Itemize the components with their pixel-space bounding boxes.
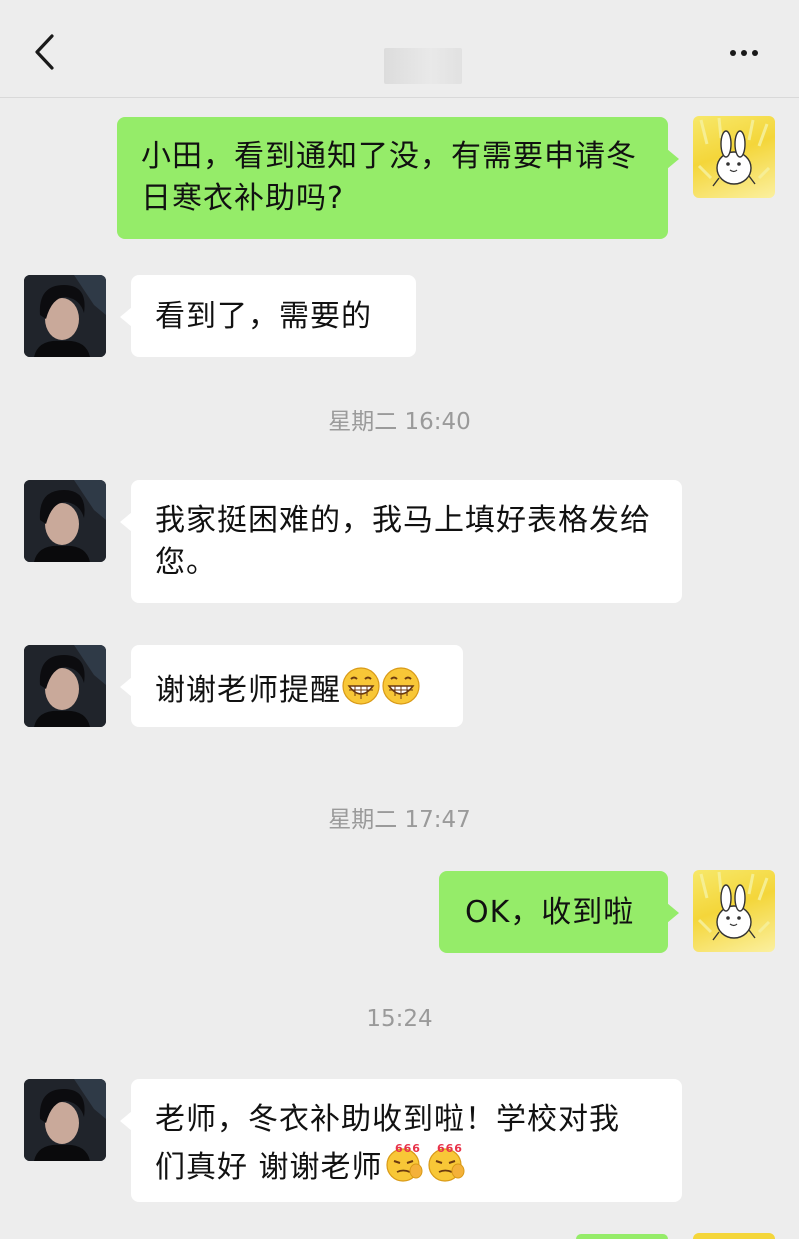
- grin-emoji: [342, 667, 380, 705]
- back-button[interactable]: [26, 30, 62, 74]
- svg-text:666: 666: [395, 1142, 421, 1155]
- message-text-line: 老师，冬衣补助收到啦！学校对我: [155, 1102, 620, 1137]
- message-text: 谢谢老师提醒: [155, 673, 341, 708]
- message-bubble-sent[interactable]: 小田，看到通知了没，有需要申请冬日寒衣补助吗?: [117, 117, 679, 239]
- message-text: OK，收到啦: [465, 895, 635, 930]
- 666-emoji: 666: [385, 1142, 423, 1182]
- bunny-avatar-icon: [697, 117, 771, 187]
- 666-emoji: 666: [427, 1142, 465, 1182]
- message-bubble-sent[interactable]: OK，收到啦: [439, 871, 679, 953]
- timestamp: 星期二 17:47: [328, 807, 471, 833]
- my-avatar-partial[interactable]: [693, 1233, 775, 1239]
- contact-photo-icon: [24, 1079, 106, 1161]
- timestamp: 星期二 16:40: [328, 409, 471, 435]
- my-avatar[interactable]: [693, 116, 775, 198]
- message-text: 小田，看到通知了没，有需要申请冬日寒衣补助吗?: [141, 139, 637, 216]
- svg-text:666: 666: [437, 1142, 463, 1155]
- timestamp: 15:24: [366, 1006, 433, 1032]
- more-dots-icon: [730, 50, 758, 56]
- chevron-left-icon: [35, 34, 54, 70]
- contact-avatar[interactable]: [24, 275, 106, 357]
- contact-photo-icon: [24, 645, 106, 727]
- chat-title-blurred: [384, 48, 462, 84]
- grin-emoji: [382, 667, 420, 705]
- contact-avatar[interactable]: [24, 645, 106, 727]
- message-bubble-received[interactable]: 看到了，需要的: [120, 275, 416, 357]
- message-text: 看到了，需要的: [155, 299, 372, 334]
- chat-header: [0, 0, 799, 98]
- message-bubble-received[interactable]: 老师，冬衣补助收到啦！学校对我 们真好 谢谢老师 666 666: [120, 1079, 682, 1202]
- message-bubble-sent-partial[interactable]: [576, 1234, 668, 1239]
- contact-avatar[interactable]: [24, 480, 106, 562]
- contact-photo-icon: [24, 480, 106, 562]
- contact-photo-icon: [24, 275, 106, 357]
- bunny-avatar-icon: [697, 871, 771, 941]
- message-text: 我家挺困难的，我马上填好表格发给您。: [155, 503, 651, 580]
- more-button[interactable]: [722, 36, 766, 70]
- my-avatar[interactable]: [693, 870, 775, 952]
- message-text-line: 们真好 谢谢老师: [155, 1150, 383, 1185]
- message-bubble-received[interactable]: 我家挺困难的，我马上填好表格发给您。: [120, 480, 682, 603]
- message-bubble-received[interactable]: 谢谢老师提醒: [120, 645, 463, 727]
- contact-avatar[interactable]: [24, 1079, 106, 1161]
